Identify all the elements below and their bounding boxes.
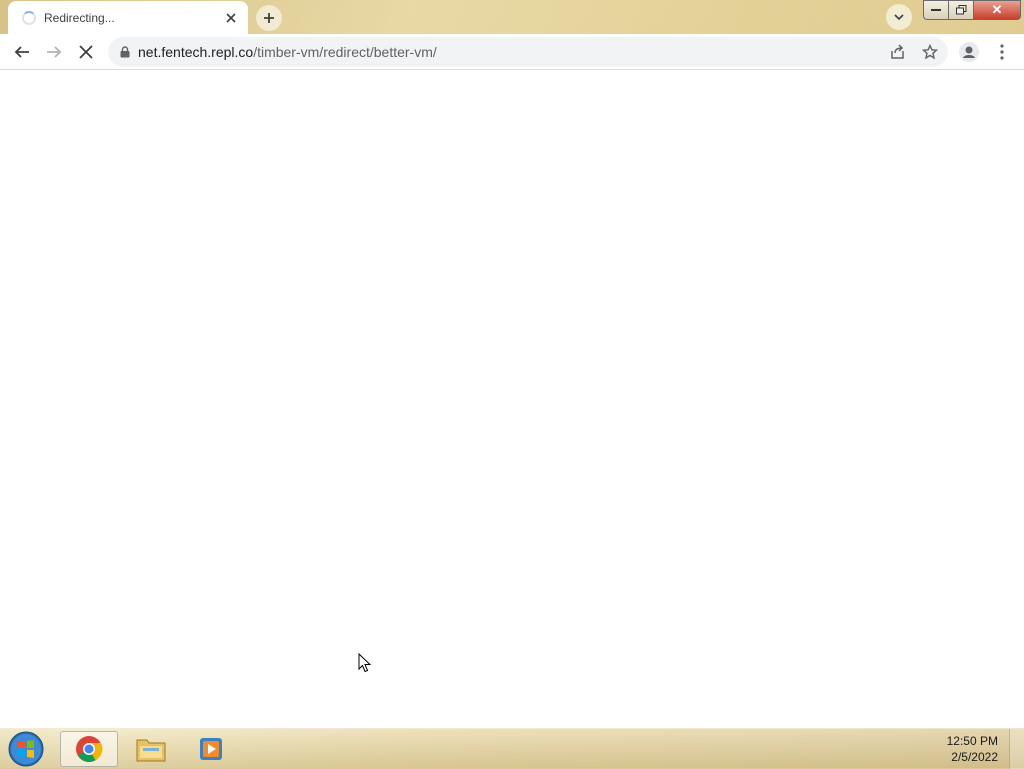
clock-date: 2/5/2022 <box>951 750 998 764</box>
chrome-menu-button[interactable] <box>988 38 1016 66</box>
tab-redirecting[interactable]: Redirecting... <box>8 1 248 34</box>
kebab-menu-icon <box>1000 44 1004 60</box>
taskbar-chrome[interactable] <box>60 731 118 767</box>
page-content[interactable] <box>0 70 1024 728</box>
star-icon <box>922 44 938 60</box>
url-host: net.fentech.repl.co <box>138 44 254 60</box>
close-window-icon: ✕ <box>991 2 1003 17</box>
arrow-left-icon <box>14 46 29 58</box>
profile-icon <box>959 42 979 62</box>
plus-icon <box>264 13 274 23</box>
clock-time: 12:50 PM <box>946 734 998 748</box>
start-button[interactable] <box>6 730 46 768</box>
close-window-button[interactable]: ✕ <box>973 0 1021 20</box>
arrow-right-icon <box>47 46 62 58</box>
taskbar-media-player[interactable] <box>182 731 240 767</box>
media-player-icon <box>200 738 222 760</box>
chrome-icon <box>76 736 103 762</box>
bookmark-star-button[interactable] <box>916 38 944 66</box>
share-button[interactable] <box>884 38 912 66</box>
minimize-button[interactable] <box>923 0 949 20</box>
close-tab-button[interactable] <box>222 9 240 27</box>
forward-button[interactable] <box>40 38 68 66</box>
tab-title: Redirecting... <box>44 10 115 25</box>
url-path: /timber-vm/redirect/better-vm/ <box>253 44 437 60</box>
taskbar: 12:50 PM 2/5/2022 <box>0 728 1024 769</box>
system-clock[interactable]: 12:50 PM 2/5/2022 <box>947 733 998 765</box>
browser-toolbar: net.fentech.repl.co/timber-vm/redirect/b… <box>0 34 1024 70</box>
chevron-down-icon <box>894 14 904 20</box>
browser-window: Redirecting... ✕ net.fentech.repl.co/tim… <box>0 0 1024 728</box>
lock-icon[interactable] <box>120 46 130 58</box>
address-bar[interactable]: net.fentech.repl.co/timber-vm/redirect/b… <box>108 37 948 67</box>
windows-orb-icon <box>8 731 44 767</box>
folder-icon <box>136 739 166 762</box>
show-desktop-button[interactable] <box>1009 729 1024 769</box>
loading-spinner-icon <box>22 10 36 25</box>
tab-search-button[interactable] <box>886 4 912 30</box>
tab-strip: Redirecting... ✕ <box>0 0 1024 34</box>
restore-icon <box>955 5 966 15</box>
close-icon <box>226 12 236 23</box>
url-text: net.fentech.repl.co/timber-vm/redirect/b… <box>138 44 437 60</box>
new-tab-button[interactable] <box>256 5 282 31</box>
stop-x-icon <box>79 45 93 59</box>
share-icon <box>891 44 904 59</box>
profile-button[interactable] <box>955 38 983 66</box>
mouse-cursor-icon <box>358 652 372 678</box>
back-button[interactable] <box>8 38 36 66</box>
maximize-button[interactable] <box>948 0 974 20</box>
taskbar-file-explorer[interactable] <box>122 731 180 767</box>
minimize-icon <box>931 9 941 11</box>
stop-loading-button[interactable] <box>72 38 100 66</box>
